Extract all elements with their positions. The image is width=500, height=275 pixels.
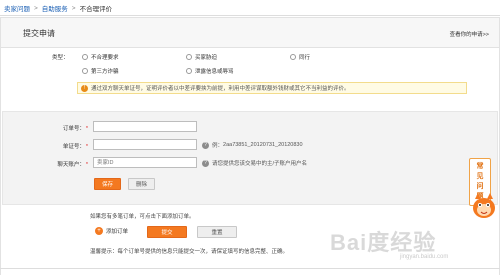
proof-number-input[interactable] xyxy=(93,139,197,150)
breadcrumb-current: 不合理评价 xyxy=(79,6,113,13)
mascot-icon xyxy=(473,193,495,218)
radio-icon xyxy=(82,54,88,60)
reset-button[interactable]: 重置 xyxy=(197,226,237,238)
breadcrumb-separator: > xyxy=(34,4,38,12)
chat-account-hint: ? 请您提供您该交易中的主/子账户用户名 xyxy=(202,159,307,167)
radio-icon xyxy=(290,54,296,60)
radio-info-leak-abuse[interactable]: 泄露信息或辱骂 xyxy=(186,67,234,75)
chat-account-input[interactable] xyxy=(93,157,197,168)
radio-buyer-coercion[interactable]: 买家胁迫 xyxy=(186,53,217,61)
divider xyxy=(0,268,500,269)
radio-icon xyxy=(186,68,192,74)
submit-button[interactable]: 提交 xyxy=(147,226,187,238)
breadcrumb: 卖家问题 > 自助服务 > 不合理评价 xyxy=(4,2,112,14)
breadcrumb-separator: > xyxy=(71,4,76,12)
order-number-input[interactable] xyxy=(93,121,197,132)
order-number-label: 订单号：* xyxy=(62,126,88,132)
tip-text: 通过双方聊天单证号，证明评价者以中差评要挟为前提，利用中差评谋取额外钱财或其它不… xyxy=(91,86,350,92)
radio-third-party-fraud[interactable]: 第三方诈骗 xyxy=(82,67,119,75)
chat-account-label: 聊天账户：* xyxy=(57,162,88,168)
help-icon[interactable]: ? xyxy=(202,159,209,167)
radio-icon xyxy=(82,68,88,74)
breadcrumb-self-service[interactable]: 自助服务 xyxy=(42,3,68,13)
type-label: 类型： xyxy=(52,55,69,61)
help-icon[interactable]: ? xyxy=(202,141,209,149)
tip-banner: ! 通过双方聊天单证号，证明评价者以中差评要挟为前提，利用中差评谋取额外钱财或其… xyxy=(77,82,467,94)
view-my-applications-link[interactable]: 查看你的申请>> xyxy=(450,30,489,38)
watermark-logo: Bai度经验 xyxy=(330,230,437,255)
panel-header: 提交申请 查看你的申请>> xyxy=(1,18,499,48)
radio-competitor[interactable]: 同行 xyxy=(290,53,310,61)
plus-icon: + xyxy=(95,227,103,235)
radio-icon xyxy=(186,54,192,60)
breadcrumb-seller-questions[interactable]: 卖家问题 xyxy=(4,3,30,13)
radio-unreasonable-demand[interactable]: 不合理要求 xyxy=(82,53,119,61)
delete-button[interactable]: 删除 xyxy=(128,178,155,190)
watermark-url: jingyan.baidu.com xyxy=(400,254,449,260)
add-order-link[interactable]: + 添加订单 xyxy=(95,227,128,235)
warm-tip: 温馨提示：每个订单号提供的信息只能提交一次，请保证填写的信息完整、正确。 xyxy=(90,249,289,255)
proof-number-label: 单证号：* xyxy=(62,144,88,150)
multi-order-note: 如果您有多笔订单，可点击下面添加订单。 xyxy=(90,214,195,220)
proof-hint: ? 例： 2aa73851_20120731_20120830 xyxy=(202,141,303,149)
panel-title: 提交申请 xyxy=(23,29,55,38)
info-icon: ! xyxy=(81,84,88,92)
divider xyxy=(0,15,500,16)
save-button[interactable]: 保存 xyxy=(94,178,121,190)
